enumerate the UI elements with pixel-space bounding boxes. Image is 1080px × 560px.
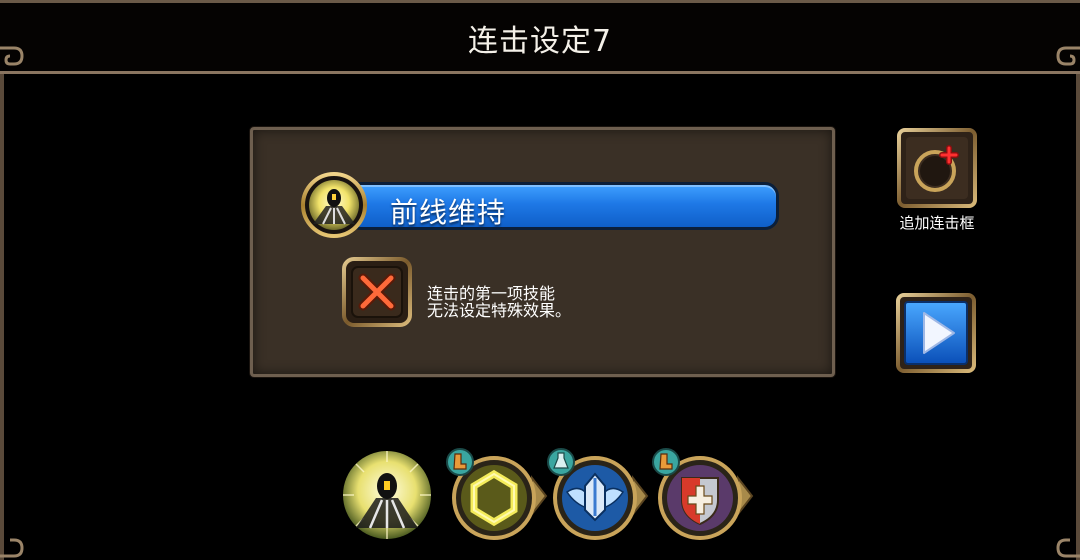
notice-text: 连击的第一项技能 无法设定特殊效果。 xyxy=(427,285,571,319)
chain-skill-2[interactable] xyxy=(444,448,550,544)
frame-right-rail xyxy=(1076,74,1080,560)
skill-name: 前线维持 xyxy=(390,196,507,229)
corner-ornament-icon xyxy=(0,46,24,66)
glowing-figure-skill-icon[interactable] xyxy=(301,172,367,238)
corner-ornament-icon xyxy=(1056,538,1080,558)
corner-ornament-icon xyxy=(0,538,24,558)
boot-badge-icon xyxy=(446,448,474,476)
notice-line-1: 连击的第一项技能 xyxy=(427,284,556,303)
play-button[interactable] xyxy=(896,293,976,373)
combo-setting-panel: 前线维持 连击的第一项技能 无法设定特殊效果。 xyxy=(250,127,835,377)
chain-skill-4[interactable] xyxy=(650,448,756,544)
chain-skill-3[interactable] xyxy=(545,448,651,544)
notice-line-2: 无法设定特殊效果。 xyxy=(427,301,572,320)
disabled-x-icon xyxy=(342,257,412,327)
header-bar: 连击设定7 xyxy=(0,0,1080,74)
add-combo-slot-button[interactable] xyxy=(897,128,977,208)
skill-name-bar[interactable]: 前线维持 xyxy=(347,182,779,230)
chain-skill-1[interactable] xyxy=(340,448,434,542)
add-combo-label: 追加连击框 xyxy=(899,214,975,232)
flask-badge-icon xyxy=(547,448,575,476)
page-title: 连击设定7 xyxy=(467,24,613,59)
boot-badge-icon xyxy=(652,448,680,476)
frame-left-rail xyxy=(0,74,4,560)
corner-ornament-icon xyxy=(1056,46,1080,66)
